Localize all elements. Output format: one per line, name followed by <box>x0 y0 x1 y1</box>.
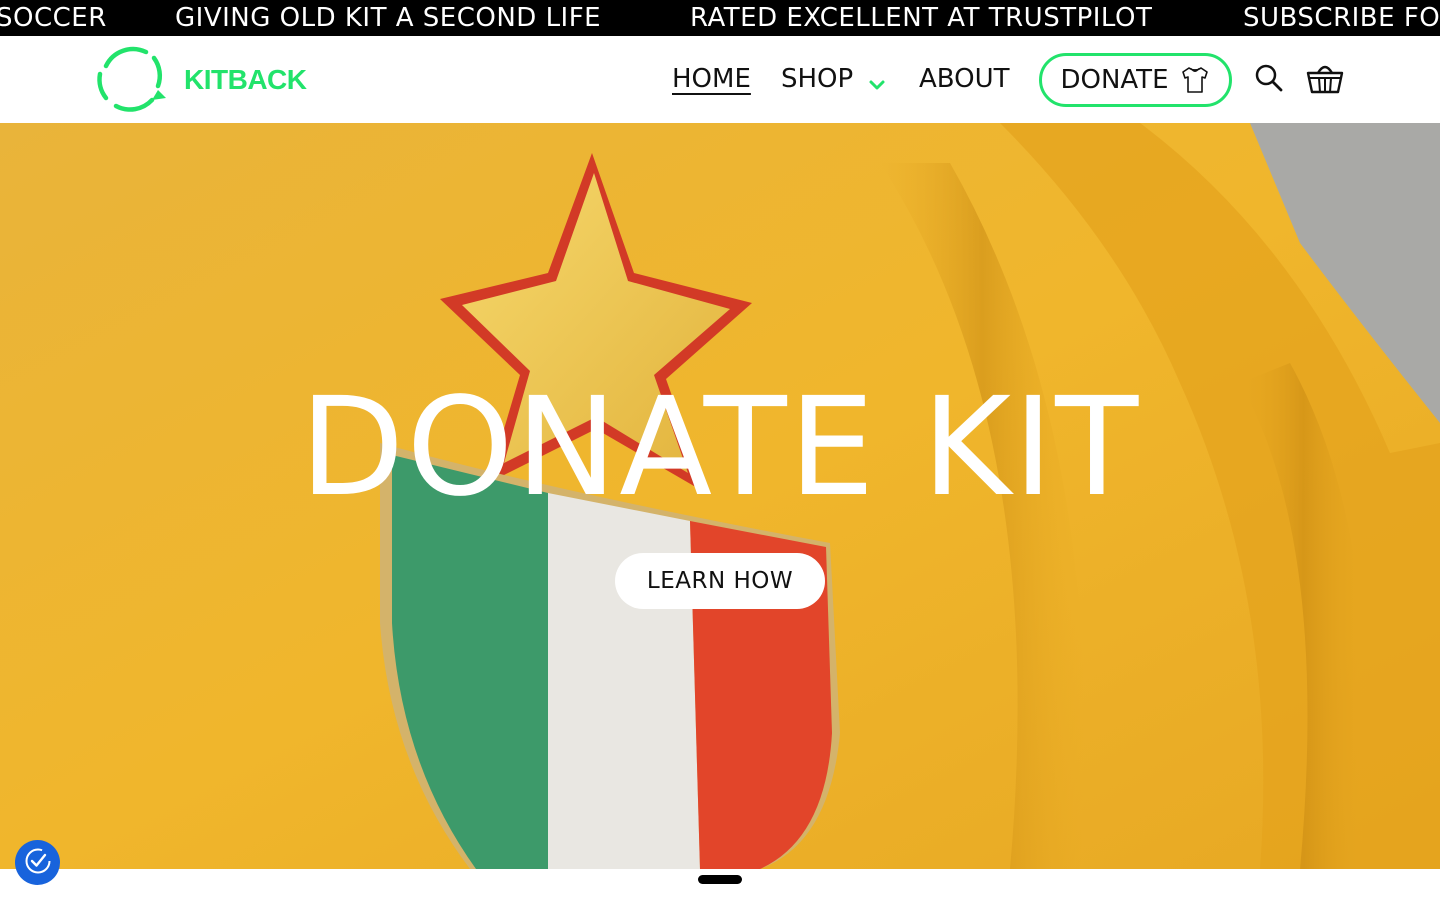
circular-arrows-logo-icon <box>94 44 170 116</box>
announcement-item: GIVING OLD KIT A SECOND LIFE <box>175 3 602 33</box>
nav-about[interactable]: ABOUT <box>919 61 1010 97</box>
search-icon <box>1254 63 1284 97</box>
donate-button[interactable]: DONATE <box>1039 53 1232 107</box>
nav-shop[interactable]: SHOP <box>781 61 887 97</box>
hero-banner: DONATE KIT LEARN HOW <box>0 123 1440 869</box>
logo[interactable]: KITBACK <box>94 44 307 116</box>
cart-button[interactable] <box>1305 62 1345 98</box>
site-header: KITBACK HOME SHOP ABOUT DONATE <box>0 36 1440 123</box>
announcement-bar: SOCCER GIVING OLD KIT A SECOND LIFE RATE… <box>0 0 1440 36</box>
hero-title: DONATE KIT <box>299 369 1141 527</box>
chevron-down-icon <box>867 69 887 90</box>
logo-text: KITBACK <box>184 64 307 95</box>
announcement-item: SOCCER <box>0 3 107 33</box>
nav-shop-label: SHOP <box>781 64 854 94</box>
cookie-consent-icon <box>23 846 53 880</box>
learn-how-button[interactable]: LEARN HOW <box>615 553 825 609</box>
announcement-item: SUBSCRIBE FO <box>1243 3 1440 33</box>
carousel-indicator[interactable] <box>698 875 742 884</box>
cookie-consent-button[interactable] <box>15 840 60 885</box>
donate-button-label: DONATE <box>1060 65 1169 95</box>
announcement-item: RATED EXCELLENT AT TRUSTPILOT <box>690 3 1153 33</box>
nav-home[interactable]: HOME <box>672 61 751 97</box>
search-button[interactable] <box>1251 62 1287 98</box>
basket-icon <box>1306 61 1344 99</box>
tshirt-icon <box>1179 64 1211 96</box>
